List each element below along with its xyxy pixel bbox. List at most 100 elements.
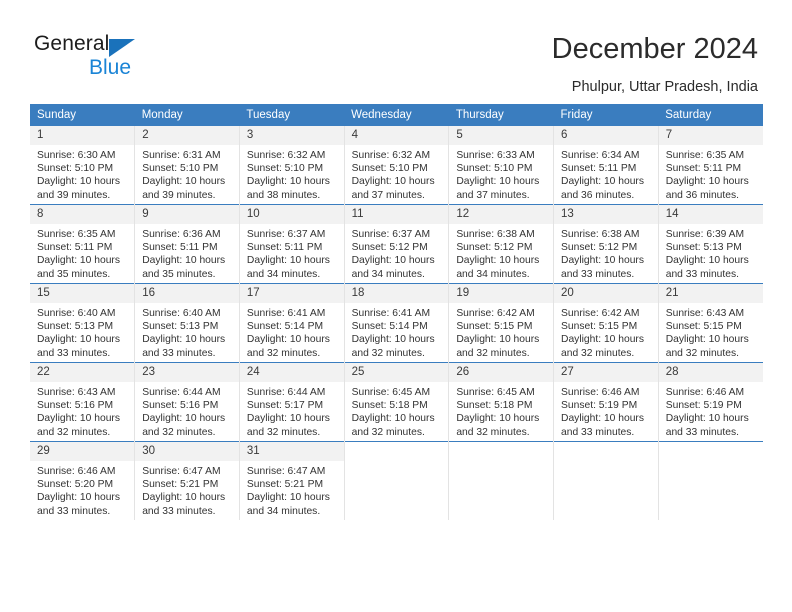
calendar-day-cell[interactable]: 15 Sunrise: 6:40 AM Sunset: 5:13 PM Dayligh… — [30, 283, 136, 363]
sunset-text: Sunset: 5:17 PM — [246, 400, 324, 412]
calendar-day-cell[interactable]: 9 Sunrise: 6:36 AM Sunset: 5:11 PM Daylight… — [134, 204, 240, 284]
day-number: 6 — [554, 126, 658, 145]
daylight-text: Daylight: 10 hours and 34 minutes. — [246, 492, 330, 517]
daylight-text: Daylight: 10 hours and 34 minutes. — [456, 255, 540, 280]
calendar-day-cell[interactable]: 6 Sunrise: 6:34 AM Sunset: 5:11 PM Daylight… — [553, 126, 659, 205]
weekday-header-tuesday: Tuesday — [239, 104, 345, 126]
day-number: 12 — [449, 205, 554, 224]
calendar-day-cell[interactable]: 16 Sunrise: 6:40 AM Sunset: 5:13 PM Dayligh… — [134, 283, 240, 363]
calendar-day-cell[interactable]: 2 Sunrise: 6:31 AM Sunset: 5:10 PM Daylight… — [134, 126, 240, 205]
calendar-day-cell[interactable]: 20 Sunrise: 6:42 AM Sunset: 5:15 PM Dayligh… — [553, 283, 659, 363]
day-details: Sunrise: 6:38 AM Sunset: 5:12 PM Daylight:… — [554, 224, 658, 281]
calendar-day-cell[interactable]: 8 Sunrise: 6:35 AM Sunset: 5:11 PM Daylight… — [30, 204, 136, 284]
day-details: Sunrise: 6:33 AM Sunset: 5:10 PM Daylight:… — [449, 145, 553, 202]
daylight-text: Daylight: 10 hours and 33 minutes. — [142, 492, 226, 517]
calendar-day-cell[interactable]: 25 Sunrise: 6:45 AM Sunset: 5:18 PM Dayligh… — [344, 362, 450, 442]
sunset-text: Sunset: 5:20 PM — [37, 479, 114, 491]
sunset-text: Sunset: 5:21 PM — [246, 479, 324, 491]
day-number: 7 — [658, 126, 763, 145]
calendar-day-cell[interactable]: 10 Sunrise: 6:37 AM Sunset: 5:11 PM Dayligh… — [239, 204, 345, 284]
sunset-text: Sunset: 5:18 PM — [456, 400, 533, 412]
calendar-day-cell[interactable]: 18 Sunrise: 6:41 AM Sunset: 5:14 PM Dayligh… — [344, 283, 450, 363]
sunset-text: Sunset: 5:14 PM — [351, 321, 428, 333]
calendar-empty-cell — [553, 441, 659, 520]
day-number: 15 — [30, 284, 135, 303]
sunrise-text: Sunrise: 6:37 AM — [246, 229, 326, 240]
day-details: Sunrise: 6:32 AM Sunset: 5:10 PM Daylight:… — [345, 145, 449, 202]
calendar-day-cell[interactable]: 17 Sunrise: 6:41 AM Sunset: 5:14 PM Dayligh… — [239, 283, 345, 363]
day-number: 5 — [449, 126, 554, 145]
page-title: December 2024 — [551, 33, 758, 65]
calendar-week-row: 15 Sunrise: 6:40 AM Sunset: 5:13 PM Dayligh… — [30, 283, 763, 363]
calendar-day-cell[interactable]: 27 Sunrise: 6:46 AM Sunset: 5:19 PM Dayligh… — [553, 362, 659, 442]
sunset-text: Sunset: 5:19 PM — [561, 400, 638, 412]
day-number: 19 — [449, 284, 554, 303]
calendar-day-cell[interactable]: 13 Sunrise: 6:38 AM Sunset: 5:12 PM Dayligh… — [553, 204, 659, 284]
day-number: 27 — [554, 363, 658, 382]
sunrise-text: Sunrise: 6:35 AM — [37, 229, 116, 240]
day-number: 8 — [30, 205, 135, 224]
daylight-text: Daylight: 10 hours and 33 minutes. — [561, 255, 645, 280]
day-number: 1 — [30, 126, 135, 145]
logo[interactable]: General Blue — [34, 32, 254, 88]
calendar-empty-cell — [344, 441, 450, 520]
day-details: Sunrise: 6:35 AM Sunset: 5:11 PM Daylight:… — [659, 145, 763, 202]
calendar-day-cell[interactable]: 29 Sunrise: 6:46 AM Sunset: 5:20 PM Dayligh… — [30, 441, 136, 520]
sunset-text: Sunset: 5:19 PM — [665, 400, 742, 412]
sunset-text: Sunset: 5:13 PM — [665, 242, 742, 254]
calendar-day-cell[interactable]: 30 Sunrise: 6:47 AM Sunset: 5:21 PM Dayligh… — [134, 441, 240, 520]
sunset-text: Sunset: 5:10 PM — [246, 163, 324, 175]
calendar-day-cell[interactable]: 31 Sunrise: 6:47 AM Sunset: 5:21 PM Dayligh… — [239, 441, 345, 520]
day-details: Sunrise: 6:37 AM Sunset: 5:12 PM Daylight:… — [345, 224, 449, 281]
sunset-text: Sunset: 5:16 PM — [142, 400, 219, 412]
sunrise-text: Sunrise: 6:42 AM — [456, 308, 535, 319]
sunrise-text: Sunrise: 6:34 AM — [561, 150, 640, 161]
calendar-day-cell[interactable]: 7 Sunrise: 6:35 AM Sunset: 5:11 PM Daylight… — [658, 126, 763, 205]
day-number: 9 — [135, 205, 239, 224]
sunrise-text: Sunrise: 6:30 AM — [37, 150, 116, 161]
day-details: Sunrise: 6:42 AM Sunset: 5:15 PM Daylight:… — [554, 303, 658, 360]
calendar-day-cell[interactable]: 3 Sunrise: 6:32 AM Sunset: 5:10 PM Daylight… — [239, 126, 345, 205]
sunset-text: Sunset: 5:10 PM — [456, 163, 533, 175]
calendar-day-cell[interactable]: 26 Sunrise: 6:45 AM Sunset: 5:18 PM Dayligh… — [448, 362, 555, 442]
calendar-day-cell[interactable]: 12 Sunrise: 6:38 AM Sunset: 5:12 PM Dayligh… — [448, 204, 555, 284]
day-number — [345, 442, 449, 461]
sunrise-text: Sunrise: 6:43 AM — [665, 308, 745, 319]
day-number: 11 — [344, 205, 449, 224]
sunset-text: Sunset: 5:14 PM — [246, 321, 324, 333]
calendar-day-cell[interactable]: 21 Sunrise: 6:43 AM Sunset: 5:15 PM Dayligh… — [658, 283, 763, 363]
calendar-day-cell[interactable]: 1 Sunrise: 6:30 AM Sunset: 5:10 PM Daylight… — [30, 126, 136, 205]
day-number: 21 — [658, 284, 763, 303]
day-details: Sunrise: 6:47 AM Sunset: 5:21 PM Daylight:… — [240, 461, 344, 518]
day-number: 4 — [344, 126, 449, 145]
sunrise-text: Sunrise: 6:35 AM — [665, 150, 745, 161]
sunset-text: Sunset: 5:11 PM — [246, 242, 323, 254]
calendar-day-cell[interactable]: 28 Sunrise: 6:46 AM Sunset: 5:19 PM Dayligh… — [658, 362, 763, 442]
calendar-day-cell[interactable]: 19 Sunrise: 6:42 AM Sunset: 5:15 PM Dayligh… — [448, 283, 555, 363]
calendar-day-cell[interactable]: 22 Sunrise: 6:43 AM Sunset: 5:16 PM Dayligh… — [30, 362, 136, 442]
calendar-day-cell[interactable]: 4 Sunrise: 6:32 AM Sunset: 5:10 PM Daylight… — [344, 126, 450, 205]
day-number: 13 — [554, 205, 658, 224]
daylight-text: Daylight: 10 hours and 32 minutes. — [37, 413, 120, 438]
day-details: Sunrise: 6:40 AM Sunset: 5:13 PM Daylight:… — [135, 303, 239, 360]
calendar-day-cell[interactable]: 5 Sunrise: 6:33 AM Sunset: 5:10 PM Daylight… — [448, 126, 555, 205]
day-number: 23 — [135, 363, 239, 382]
calendar-day-cell[interactable]: 23 Sunrise: 6:44 AM Sunset: 5:16 PM Dayligh… — [134, 362, 240, 442]
calendar-day-cell[interactable]: 14 Sunrise: 6:39 AM Sunset: 5:13 PM Dayligh… — [658, 204, 763, 284]
calendar-day-cell[interactable]: 24 Sunrise: 6:44 AM Sunset: 5:17 PM Dayligh… — [239, 362, 345, 442]
sunset-text: Sunset: 5:11 PM — [37, 242, 113, 254]
sunset-text: Sunset: 5:13 PM — [37, 321, 114, 333]
day-number: 24 — [239, 363, 344, 382]
sunrise-text: Sunrise: 6:40 AM — [142, 308, 221, 319]
daylight-text: Daylight: 10 hours and 32 minutes. — [456, 334, 540, 359]
daylight-text: Daylight: 10 hours and 33 minutes. — [37, 334, 120, 359]
calendar-day-cell[interactable]: 11 Sunrise: 6:37 AM Sunset: 5:12 PM Dayligh… — [344, 204, 450, 284]
day-details: Sunrise: 6:36 AM Sunset: 5:11 PM Daylight:… — [135, 224, 239, 281]
sunrise-text: Sunrise: 6:45 AM — [456, 387, 535, 398]
day-number: 18 — [344, 284, 449, 303]
sunrise-text: Sunrise: 6:45 AM — [351, 387, 431, 398]
daylight-text: Daylight: 10 hours and 36 minutes. — [561, 176, 645, 201]
day-number: 20 — [554, 284, 658, 303]
sunset-text: Sunset: 5:16 PM — [37, 400, 114, 412]
sunrise-text: Sunrise: 6:41 AM — [351, 308, 431, 319]
